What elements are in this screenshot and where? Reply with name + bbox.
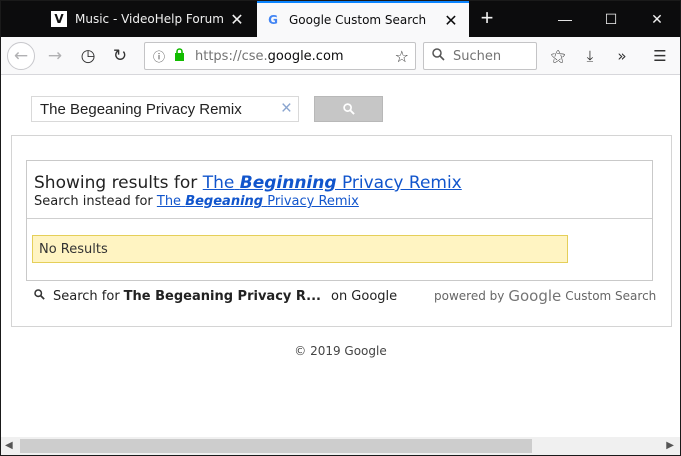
download-icon[interactable]: ⤓ — [576, 42, 604, 70]
overflow-icon[interactable]: » — [608, 42, 636, 70]
tab-close-icon[interactable]: ✕ — [439, 11, 463, 30]
google-logo: Google — [508, 287, 562, 305]
lock-icon — [171, 48, 187, 64]
search-placeholder: Suchen — [453, 48, 502, 64]
tab-title: Music - VideoHelp Forum — [75, 12, 224, 26]
clear-icon[interactable]: × — [281, 99, 292, 119]
tab-google-custom-search[interactable]: G Google Custom Search ✕ — [257, 1, 469, 37]
spelling-correction: Showing results for The Beginning Privac… — [34, 173, 634, 209]
cse-search-input[interactable]: The Begeaning Privacy Remix × — [31, 96, 299, 122]
results-container: Showing results for The Beginning Privac… — [11, 135, 672, 327]
forward-button[interactable]: → — [41, 42, 69, 70]
back-button[interactable]: ← — [7, 42, 35, 70]
search-on-google-link[interactable]: Search for The Begeaning Privacy R... on… — [34, 286, 397, 306]
corrected-query-link[interactable]: The Beginning Privacy Remix — [203, 173, 462, 193]
url-text: https://cse.google.com — [195, 48, 344, 64]
window-close-icon[interactable]: ✕ — [634, 1, 680, 37]
maximize-icon[interactable]: ☐ — [588, 1, 634, 37]
page-content: The Begeaning Privacy Remix × Showing re… — [1, 76, 680, 437]
results-panel: Showing results for The Beginning Privac… — [26, 160, 653, 281]
search-icon — [432, 47, 445, 65]
info-icon[interactable]: ⓘ — [151, 48, 167, 65]
scroll-right-icon[interactable]: ▶ — [666, 440, 674, 451]
cse-search-button[interactable] — [314, 96, 383, 122]
google-favicon-icon: G — [268, 13, 278, 27]
tab-close-icon[interactable]: ✕ — [225, 10, 249, 29]
new-tab-button[interactable]: + — [475, 7, 499, 31]
history-icon[interactable]: ◷ — [74, 42, 102, 70]
navigation-toolbar: ← → ◷ ↻ ⓘ https://cse.google.com ☆ Suche… — [1, 37, 680, 75]
horizontal-scrollbar[interactable]: ◀ ▶ — [1, 437, 680, 455]
no-results-message: No Results — [32, 235, 568, 263]
copyright-text: © 2019 Google — [294, 344, 387, 358]
divider — [27, 218, 652, 219]
browser-window: V Music - VideoHelp Forum ✕ G Google Cus… — [0, 0, 681, 456]
tab-bar: V Music - VideoHelp Forum ✕ G Google Cus… — [1, 1, 680, 37]
search-icon — [34, 289, 45, 303]
search-instead-line: Search instead for The Begeaning Privacy… — [34, 194, 359, 209]
reload-button[interactable]: ↻ — [106, 42, 134, 70]
showing-results-line: Showing results for The Beginning Privac… — [34, 173, 462, 193]
original-query-link[interactable]: The Begeaning Privacy Remix — [157, 194, 359, 209]
videohelp-favicon-icon: V — [51, 11, 67, 27]
tab-title: Google Custom Search — [289, 13, 427, 27]
address-bar[interactable]: ⓘ https://cse.google.com ☆ — [144, 42, 416, 70]
minimize-icon[interactable]: — — [542, 1, 588, 37]
scroll-left-icon[interactable]: ◀ — [5, 440, 13, 451]
tab-videohelp[interactable]: V Music - VideoHelp Forum ✕ — [43, 1, 255, 37]
scrollbar-thumb[interactable] — [20, 439, 532, 453]
browser-search-input[interactable]: Suchen — [423, 42, 537, 70]
search-icon — [342, 103, 355, 115]
powered-by-google: powered by Google Custom Search — [434, 287, 657, 305]
menu-icon[interactable]: ☰ — [646, 42, 674, 70]
library-icon[interactable]: ⚝ — [544, 42, 572, 70]
bookmark-star-icon[interactable]: ☆ — [395, 47, 409, 66]
cse-query-text: The Begeaning Privacy Remix — [40, 100, 242, 118]
